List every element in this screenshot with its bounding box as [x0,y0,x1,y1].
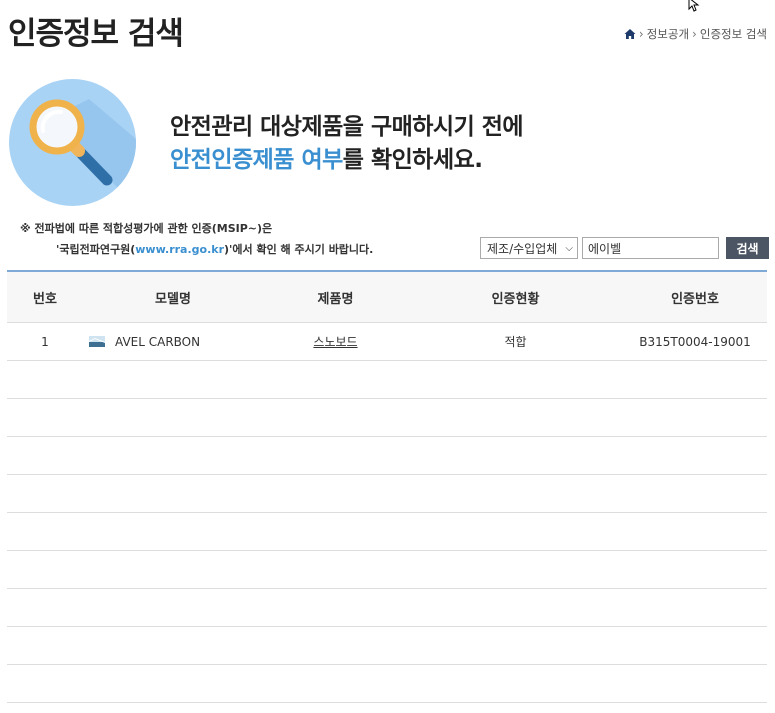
hero-line-1: 안전관리 대상제품을 구매하시기 전에 [170,114,524,140]
page-title: 인증정보 검색 [8,16,184,52]
search-type-select[interactable]: 제조/수입업체 ⌵ [480,237,578,259]
empty-row [7,513,767,551]
model-name: AVEL CARBON [115,334,201,349]
header-status: 인증현황 [491,291,540,307]
empty-row [7,589,767,627]
empty-row [7,665,767,703]
chevron-right-icon: › [638,27,644,41]
chevron-right-icon: › [692,27,697,41]
empty-row [7,551,767,589]
results-table: 번호 모델명 제품명 인증현황 인증번호 1 AVEL CARBON 스노보드 … [7,270,767,703]
cell-product: 스노보드 [263,333,408,350]
table-row: 1 AVEL CARBON 스노보드 적합 B315T0004-19001 [7,323,767,361]
product-link[interactable]: 스노보드 [313,335,357,349]
breadcrumb-item[interactable]: 정보공개 [647,26,689,42]
notice-prefix: '국립전파연구원( [56,243,136,256]
product-thumbnail-icon[interactable] [89,336,105,347]
header-cert: 인증번호 [671,291,719,307]
empty-row [7,475,767,513]
home-icon[interactable] [624,28,636,40]
breadcrumb-item[interactable]: 인증정보 검색 [700,26,767,42]
hero-headline: 안전관리 대상제품을 구매하시기 전에 안전인증제품 여부를 확인하세요. [170,111,524,177]
search-input[interactable]: 에이벨 [582,237,719,259]
search-button[interactable]: 검색 [726,237,769,259]
magnifier-icon [29,99,136,206]
header-no: 번호 [33,291,57,307]
hero-line-2: 안전인증제품 여부를 확인하세요. [170,144,523,177]
notice-suffix: )'에서 확인 해 주시기 바랍니다. [224,243,374,256]
empty-row [7,437,767,475]
hero-accent-text: 안전인증제품 여부 [170,147,343,173]
notice-line-1: ※ 전파법에 따른 적합성평가에 관한 인증(MSIP~)은 [20,222,273,235]
empty-row [7,361,767,399]
cell-status: 적합 [504,335,527,349]
table-header: 번호 모델명 제품명 인증현황 인증번호 [7,272,767,323]
rra-link[interactable]: www.rra.go.kr [135,243,224,256]
cell-model: AVEL CARBON [83,335,263,349]
hero-line-2-rest: 를 확인하세요. [342,147,483,173]
empty-row [7,627,767,665]
empty-row [7,399,767,437]
search-bar: 제조/수입업체 ⌵ 에이벨 검색 [480,237,769,259]
magnifier-illustration [9,79,136,206]
cell-cert: B315T0004-19001 [639,334,751,349]
notice-line-2: '국립전파연구원(www.rra.go.kr)'에서 확인 해 주시기 바랍니다… [20,239,373,260]
search-type-value: 제조/수입업체 [487,241,558,256]
breadcrumb: › 정보공개 › 인증정보 검색 [624,26,767,42]
cell-no: 1 [41,334,49,349]
notice-text: ※ 전파법에 따른 적합성평가에 관한 인증(MSIP~)은 '국립전파연구원(… [20,218,373,260]
chevron-down-icon: ⌵ [565,242,573,254]
header-product: 제품명 [317,291,354,307]
mouse-cursor-icon [688,0,700,12]
header-model: 모델명 [155,291,191,307]
